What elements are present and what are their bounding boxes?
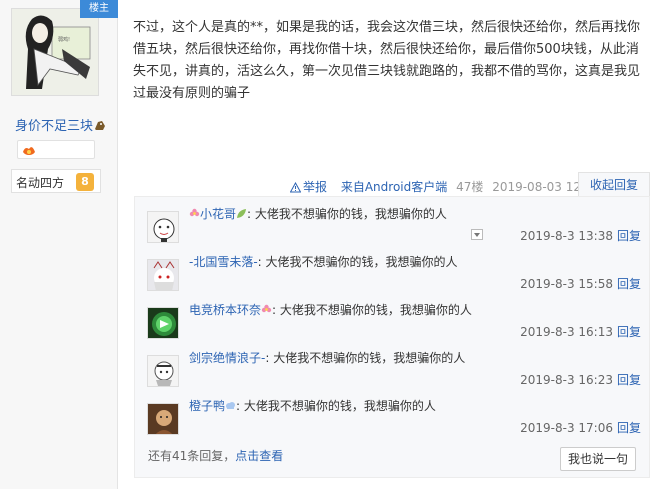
reply-text: : 大佬我不想骗你的钱，我想骗你的人 [257,255,458,269]
reply-button[interactable]: 回复 [617,277,641,291]
reply-text-line: 小花哥 : 大佬我不想骗你的钱，我想骗你的人 [189,205,447,222]
author-panel: 弱鸡! 楼主 身价不足三块 名动四方 8 [0,0,118,489]
cloud-icon [226,402,236,409]
client-source[interactable]: 来自Android客户端 [341,180,447,194]
reply-text-line: 电竞桥本环奈 : 大佬我不想骗你的钱，我想骗你的人 [189,301,472,318]
reply-username[interactable]: 电竞桥本环奈 [189,303,272,317]
reply-avatar[interactable] [147,355,179,387]
reply-list: 小花哥 : 大佬我不想骗你的钱，我想骗你的人 2019-8-3 13:38 回复 -… [134,196,650,478]
reply-text: : 大佬我不想骗你的钱，我想骗你的人 [265,351,466,365]
reply-avatar[interactable] [147,259,179,291]
reply-meta: 2019-8-3 16:13 回复 [520,323,641,340]
floor-number: 47楼 [456,180,484,194]
post-tail: 举报 来自Android客户端 47楼 2019-08-03 12:16 [290,178,605,194]
post-content: 不过，这个人是真的**，如果是我的话，我会这次借三块，然后很快还给你，然后再找你… [133,20,641,101]
reply-username[interactable]: 剑宗绝情浪子- [189,351,265,365]
reply-text: : 大佬我不想骗你的钱，我想骗你的人 [272,303,472,317]
forum-level[interactable]: 名动四方 8 [11,169,101,193]
flower-icon [189,208,200,217]
author-username-text: 身价不足三块 [15,119,94,134]
report-label: 举报 [303,180,328,194]
more-replies-count: 还有41条回复， [148,449,236,463]
report-link[interactable]: 举报 [290,180,332,194]
reply-username-text: 电竞桥本环奈 [189,303,262,317]
reply-date: 2019-8-3 17:06 [520,421,613,435]
more-replies: 还有41条回复，点击查看 [148,447,283,464]
reply-item: 橙子鸭 : 大佬我不想骗你的钱，我想骗你的人 2019-8-3 17:06 回复 [147,389,641,437]
reply-date: 2019-8-3 16:13 [520,325,613,339]
reply-meta: 2019-8-3 17:06 回复 [520,419,641,436]
flower-icon [261,304,272,313]
reply-username-text: 小花哥 [200,207,237,221]
reply-avatar[interactable] [147,403,179,435]
floor-owner-badge: 楼主 [80,0,118,18]
flame-badge-icon [23,147,35,155]
reply-button[interactable]: 回复 [617,421,641,435]
svg-text:弱鸡!: 弱鸡! [58,36,70,43]
level-name: 名动四方 [16,176,65,190]
reply-meta: 2019-8-3 13:38 回复 [520,227,641,244]
reply-date: 2019-8-3 13:38 [520,229,613,243]
reply-avatar[interactable] [147,211,179,243]
reply-username[interactable]: 小花哥 [189,207,247,221]
reply-meta: 2019-8-3 15:58 回复 [520,275,641,292]
reply-meta: 2019-8-3 16:23 回复 [520,371,641,388]
reply-date: 2019-8-3 16:23 [520,373,613,387]
view-more-link[interactable]: 点击查看 [235,449,283,463]
reply-button[interactable]: 回复 [617,229,641,243]
reply-text-line: -北国雪未落-: 大佬我不想骗你的钱，我想骗你的人 [189,253,458,270]
reply-button[interactable]: 回复 [617,373,641,387]
level-number: 8 [76,173,94,191]
add-reply-button[interactable]: 我也说一句 [560,447,636,471]
reply-item: 小花哥 : 大佬我不想骗你的钱，我想骗你的人 2019-8-3 13:38 回复 [147,197,641,245]
reply-username-text: 橙子鸭 [189,399,226,413]
reply-date: 2019-8-3 15:58 [520,277,613,291]
leaf-icon [237,209,247,218]
reply-item: -北国雪未落-: 大佬我不想骗你的钱，我想骗你的人 2019-8-3 15:58… [147,245,641,293]
reply-text: : 大佬我不想骗你的钱，我想骗你的人 [247,207,447,221]
pet-icon [95,121,106,130]
reply-username[interactable]: 橙子鸭 [189,399,236,413]
author-username[interactable]: 身价不足三块 [15,115,106,134]
reply-avatar[interactable] [147,307,179,339]
reply-text: : 大佬我不想骗你的钱，我想骗你的人 [236,399,436,413]
reply-button[interactable]: 回复 [617,325,641,339]
reply-text-line: 橙子鸭 : 大佬我不想骗你的钱，我想骗你的人 [189,397,436,414]
reply-text-line: 剑宗绝情浪子-: 大佬我不想骗你的钱，我想骗你的人 [189,349,465,366]
reply-menu-dropdown[interactable] [471,229,483,240]
reply-username[interactable]: -北国雪未落- [189,255,258,269]
reply-item: 电竞桥本环奈 : 大佬我不想骗你的钱，我想骗你的人 2019-8-3 16:13 回… [147,293,641,341]
collapse-replies-button[interactable]: 收起回复 [578,172,650,197]
warning-icon [290,182,301,193]
user-badge[interactable] [17,140,95,159]
reply-item: 剑宗绝情浪子-: 大佬我不想骗你的钱，我想骗你的人 2019-8-3 16:23… [147,341,641,389]
author-avatar[interactable]: 弱鸡! [11,8,99,96]
